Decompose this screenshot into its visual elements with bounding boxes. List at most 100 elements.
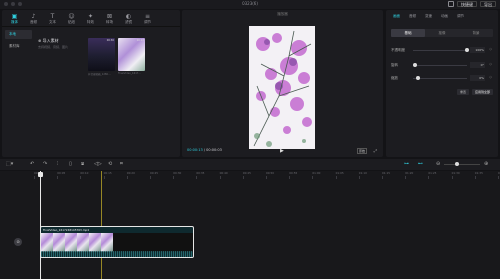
media-thumbnail[interactable]: 00:30 (88, 38, 115, 71)
tool-media[interactable]: ▣ 媒体 (5, 10, 24, 27)
subtab-basic[interactable]: 基础 (391, 29, 425, 37)
fullscreen-icon[interactable]: ⤢ (374, 148, 377, 153)
reset-icon[interactable]: ◇ (489, 62, 492, 66)
slider-knob[interactable] (413, 63, 417, 67)
media-panel: ▣ 媒体 ♪ 音频 T 文本 ☺ 贴纸 ✦ 特效 ⊠ 转场 ◐ 滤镜 ≡ 调节 本地 素材库 ⊕ 导入素材 支… (2, 10, 180, 157)
rotation-slider[interactable]: 旋转 0° ◇ (391, 61, 493, 69)
zoom-slider[interactable] (444, 164, 480, 165)
properties-tabs: 画面 音频 变速 动画 调节 (390, 14, 467, 19)
delete-icon[interactable]: ▯ (69, 161, 72, 167)
ruler-tick-label: 00:55 (289, 171, 298, 175)
crop-icon[interactable]: ⌗ (120, 161, 123, 167)
time-display: 00:00:13 / 00:00:03 (187, 148, 222, 152)
ruler-tick (358, 176, 360, 179)
import-media-button[interactable]: ⊕ 导入素材 支持视频、音频、图片 (38, 38, 84, 72)
video-preview (249, 26, 315, 149)
sidebar-item-library[interactable]: 素材库 (5, 42, 32, 51)
tool-label: 调节 (144, 20, 151, 24)
select-tool-icon[interactable]: ⬚▾ (6, 161, 13, 167)
tool-audio[interactable]: ♪ 音频 (24, 10, 43, 27)
track-cover-icon[interactable]: ⊙ (14, 238, 22, 246)
ruler-tick-label: 00:30 (173, 171, 182, 175)
timeline[interactable]: 00:0000:0500:1000:1500:2000:2500:3000:35… (0, 171, 500, 279)
clip-duration: 00:03 (136, 39, 144, 42)
window-title: 0323(6) (242, 1, 258, 6)
link-icon[interactable]: ⊷ (418, 161, 423, 167)
shortcut-button[interactable]: 快捷键 (457, 1, 477, 7)
ruler-tick-label: 00:20 (126, 171, 135, 175)
rotate-icon[interactable]: ⟲ (108, 161, 112, 167)
split-icon[interactable]: ⫶ (57, 161, 58, 167)
apply-all-button[interactable]: 应用到全部 (471, 89, 493, 95)
adjust-icon: ≡ (144, 13, 151, 20)
media-caption: 抖音编辑器_1280... (88, 73, 111, 76)
ruler-tick-label: 01:00 (312, 171, 321, 175)
slider-knob[interactable] (415, 76, 420, 80)
playhead[interactable] (40, 171, 41, 279)
properties-actions: 重置 应用到全部 (456, 89, 493, 95)
tab-picture[interactable]: 画面 (390, 14, 403, 19)
undo-icon[interactable]: ↶ (30, 161, 34, 167)
effects-icon: ✦ (87, 13, 94, 20)
tool-text[interactable]: T 文本 (43, 10, 62, 27)
subtab-background[interactable]: 背景 (459, 29, 493, 37)
media-icon: ▣ (11, 13, 18, 20)
tool-transition[interactable]: ⊠ 转场 (100, 10, 119, 27)
reset-button[interactable]: 重置 (456, 89, 469, 95)
text-icon: T (50, 13, 55, 20)
tab-speed[interactable]: 变速 (422, 14, 435, 19)
opacity-slider[interactable]: 不透明度 100% ◇ (391, 46, 493, 54)
tab-animation[interactable]: 动画 (438, 14, 451, 19)
layout-icon[interactable] (448, 1, 454, 7)
reset-icon[interactable]: ◇ (489, 75, 492, 79)
tool-adjust[interactable]: ≡ 调节 (138, 10, 157, 27)
zoom-out-icon[interactable]: ⊖ (436, 161, 440, 167)
video-clip[interactable]: FinalVideo_1617248145763.mp4 (40, 226, 194, 258)
ruler-tick (57, 176, 59, 179)
properties-panel: 画面 音频 变速 动画 调节 基础 抠像 背景 不透明度 100% ◇ 旋转 0… (386, 10, 498, 157)
ruler-tick (196, 176, 198, 179)
slider-knob[interactable] (465, 48, 469, 52)
ruler-tick-label: 00:10 (80, 171, 89, 175)
play-icon[interactable]: ▶ (280, 148, 284, 154)
sidebar-item-local[interactable]: 本地 (5, 30, 32, 39)
ruler-tick-label: 00:15 (103, 171, 112, 175)
scale-slider[interactable]: 缩放 0% ◇ (391, 74, 493, 82)
ruler-tick-label: 01:10 (358, 171, 367, 175)
clip-duration: 00:30 (106, 39, 114, 42)
ruler-tick-label: 01:15 (382, 171, 391, 175)
tool-sticker[interactable]: ☺ 贴纸 (62, 10, 81, 27)
ruler-tick-label: 00:35 (196, 171, 205, 175)
tool-filter[interactable]: ◐ 滤镜 (119, 10, 138, 27)
ruler-tick (312, 176, 314, 179)
slider-track[interactable] (413, 50, 467, 51)
tool-label: 媒体 (11, 20, 18, 24)
media-thumbnail[interactable]: 00:03 (118, 38, 145, 71)
slider-track[interactable] (413, 78, 467, 79)
tab-audio[interactable]: 音频 (406, 14, 419, 19)
playhead-handle[interactable] (38, 172, 43, 177)
redo-icon[interactable]: ↷ (43, 161, 47, 167)
tab-adjust[interactable]: 调节 (454, 14, 467, 19)
freeze-icon[interactable]: ⧈ (81, 161, 84, 167)
magnet-icon[interactable]: ⊶ (404, 161, 409, 167)
tool-effects[interactable]: ✦ 特效 (81, 10, 100, 27)
slider-label: 不透明度 (391, 48, 405, 52)
slider-value[interactable]: 100% (470, 47, 485, 53)
ratio-button[interactable]: 原始 (356, 148, 367, 154)
export-button[interactable]: 导出 (480, 1, 496, 7)
slider-track[interactable] (413, 65, 467, 66)
slider-value[interactable]: 0° (470, 62, 485, 68)
ruler-tick (266, 176, 267, 179)
reset-icon[interactable]: ◇ (489, 47, 492, 51)
zoom-knob[interactable] (455, 162, 459, 166)
time-ruler[interactable]: 00:0000:0500:1000:1500:2000:2500:3000:35… (34, 171, 500, 179)
audio-icon: ♪ (31, 13, 36, 20)
media-caption: FinalVideo_1617... (118, 72, 141, 75)
zoom-in-icon[interactable]: ⊕ (484, 161, 488, 167)
tool-label: 贴纸 (68, 20, 75, 24)
slider-value[interactable]: 0% (470, 75, 485, 81)
subtab-matting[interactable]: 抠像 (425, 29, 459, 37)
mirror-icon[interactable]: ◁▷ (94, 161, 102, 167)
audio-waveform (41, 251, 193, 257)
